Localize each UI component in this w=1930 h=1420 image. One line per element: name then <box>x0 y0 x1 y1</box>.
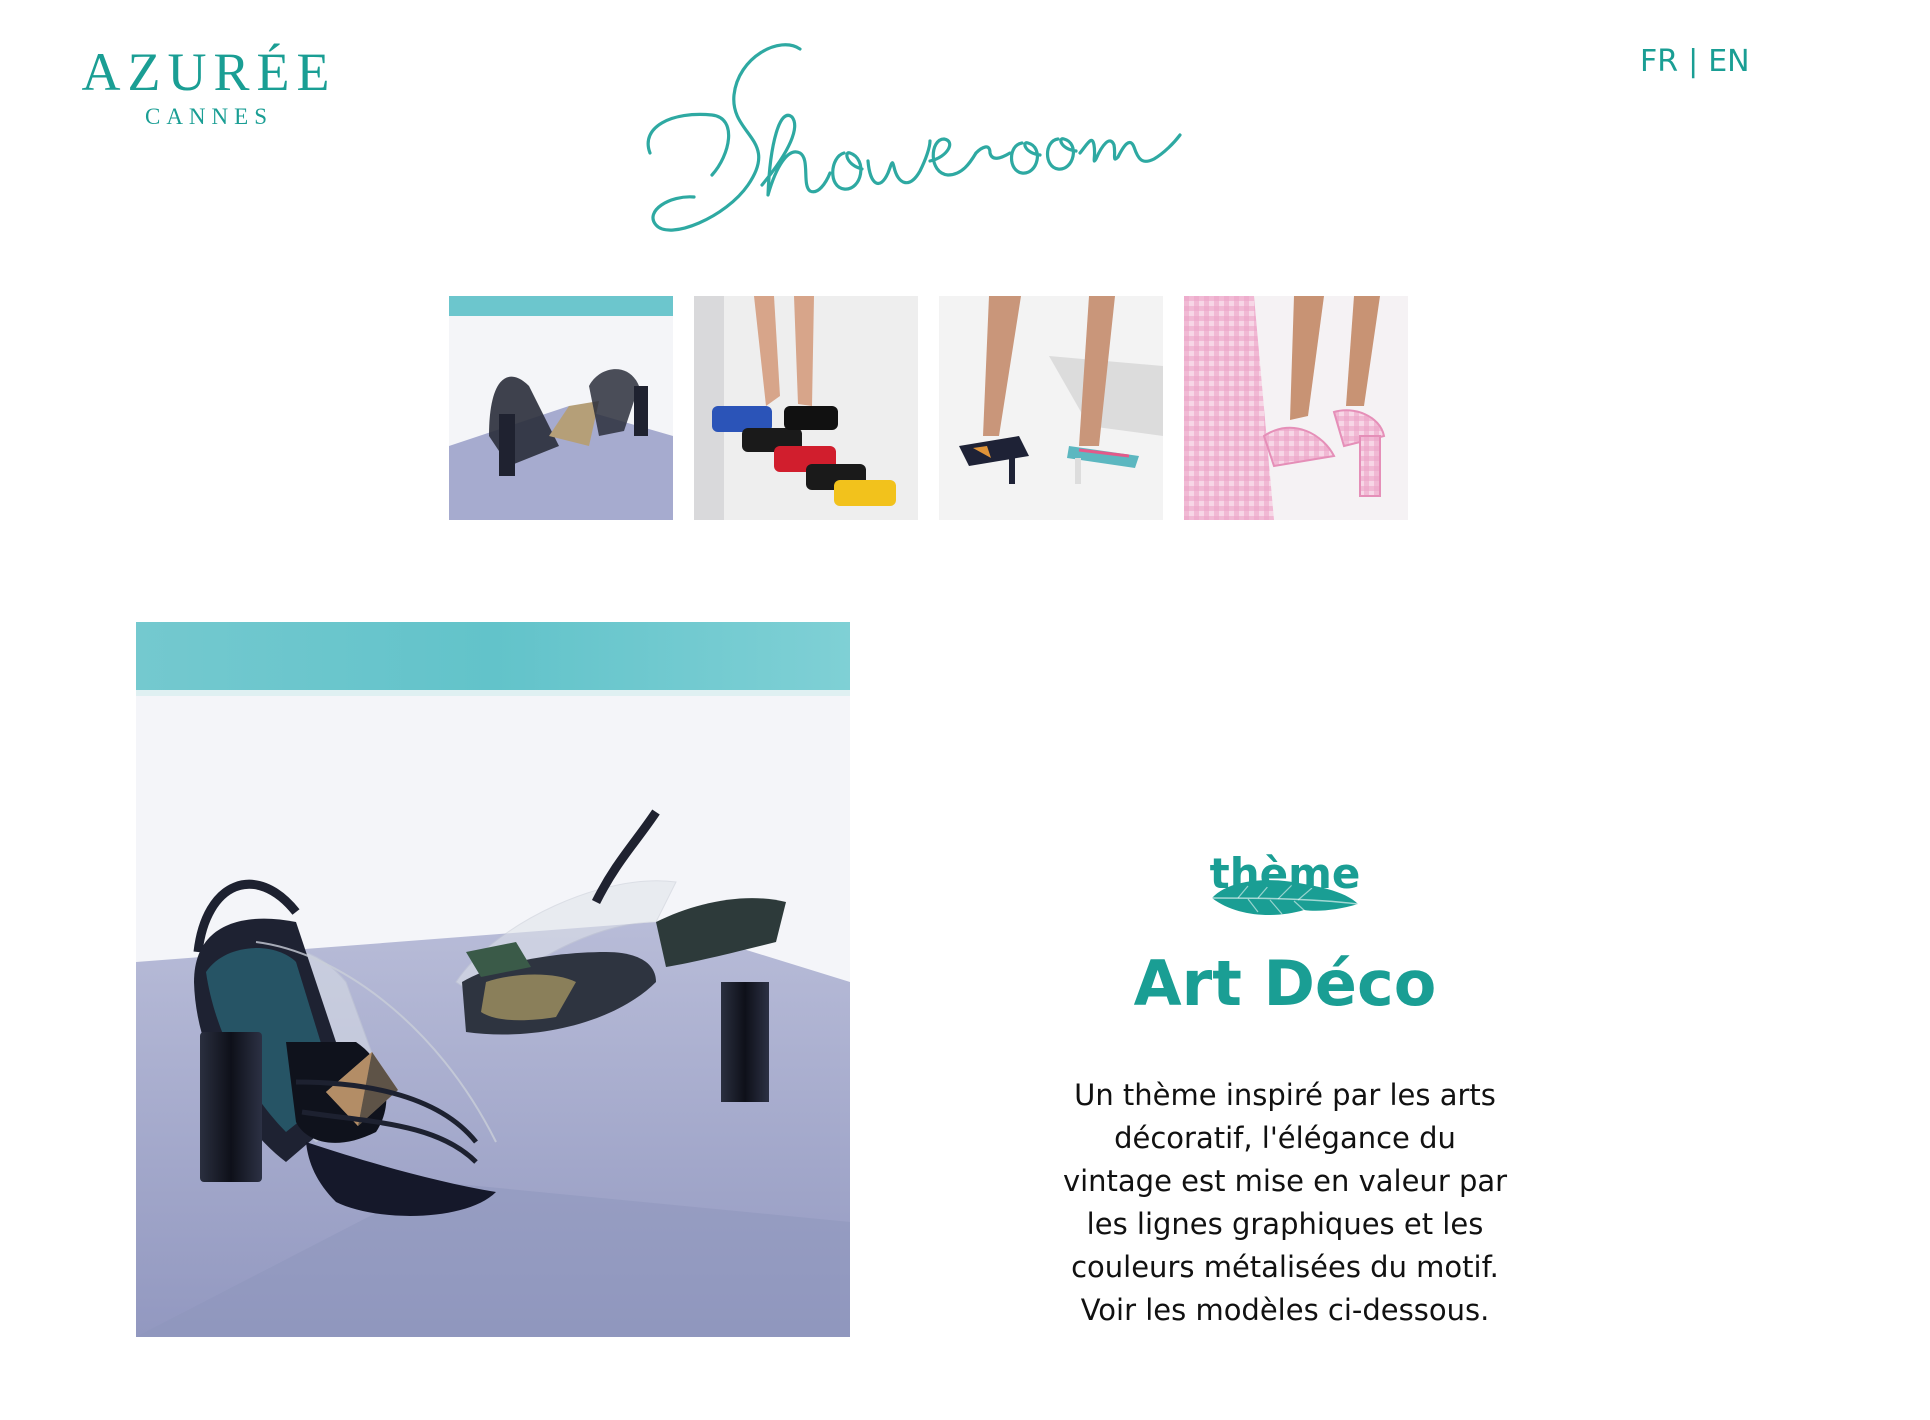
lang-fr-link[interactable]: FR <box>1640 44 1678 79</box>
description-line: couleurs métalisées du motif. <box>1071 1250 1499 1284</box>
theme-thumbnails <box>449 296 1408 520</box>
description-line: vintage est mise en valeur par <box>1062 1164 1508 1198</box>
description-line: Un thème inspiré par les arts <box>1074 1078 1496 1112</box>
theme-title: Art Déco <box>1133 947 1437 1020</box>
logo-subtitle: CANNES <box>144 104 273 129</box>
thumbnail-colorful-mules[interactable] <box>694 296 918 520</box>
thumbnail-pink-gingham[interactable] <box>1184 296 1408 520</box>
art-deco-hero-image <box>136 622 850 1337</box>
showroom-script-title <box>646 43 1182 232</box>
theme-description: Un thème inspiré par les arts décoratif,… <box>1020 1074 1550 1332</box>
theme-label: thème <box>1209 849 1361 898</box>
description-line: les lignes graphiques et les <box>1086 1207 1484 1241</box>
theme-section: thème Art Déco Un thème inspiré par les … <box>1020 850 1550 1332</box>
pink-gingham-sandals-thumbnail-icon <box>1184 296 1408 520</box>
description-line: Voir les modèles ci-dessous. <box>1080 1293 1490 1327</box>
theme-label-group: thème <box>1020 850 1550 922</box>
striped-heels-thumbnail-icon <box>939 296 1163 520</box>
lang-separator: | <box>1688 44 1699 79</box>
brand-logo[interactable]: AZURÉE CANNES <box>74 44 344 130</box>
art-deco-sandal-photo-icon <box>136 622 850 1337</box>
thumbnail-striped-heels[interactable] <box>939 296 1163 520</box>
thumbnail-art-deco[interactable] <box>449 296 673 520</box>
description-line: décoratif, l'élégance du <box>1114 1121 1456 1155</box>
language-switcher: FR | EN <box>1640 44 1750 79</box>
colorful-mules-thumbnail-icon <box>694 296 918 520</box>
art-deco-sandal-thumbnail-icon <box>449 296 673 520</box>
logo-wordmark: AZURÉE <box>81 42 337 102</box>
lang-en-link[interactable]: EN <box>1708 44 1749 79</box>
